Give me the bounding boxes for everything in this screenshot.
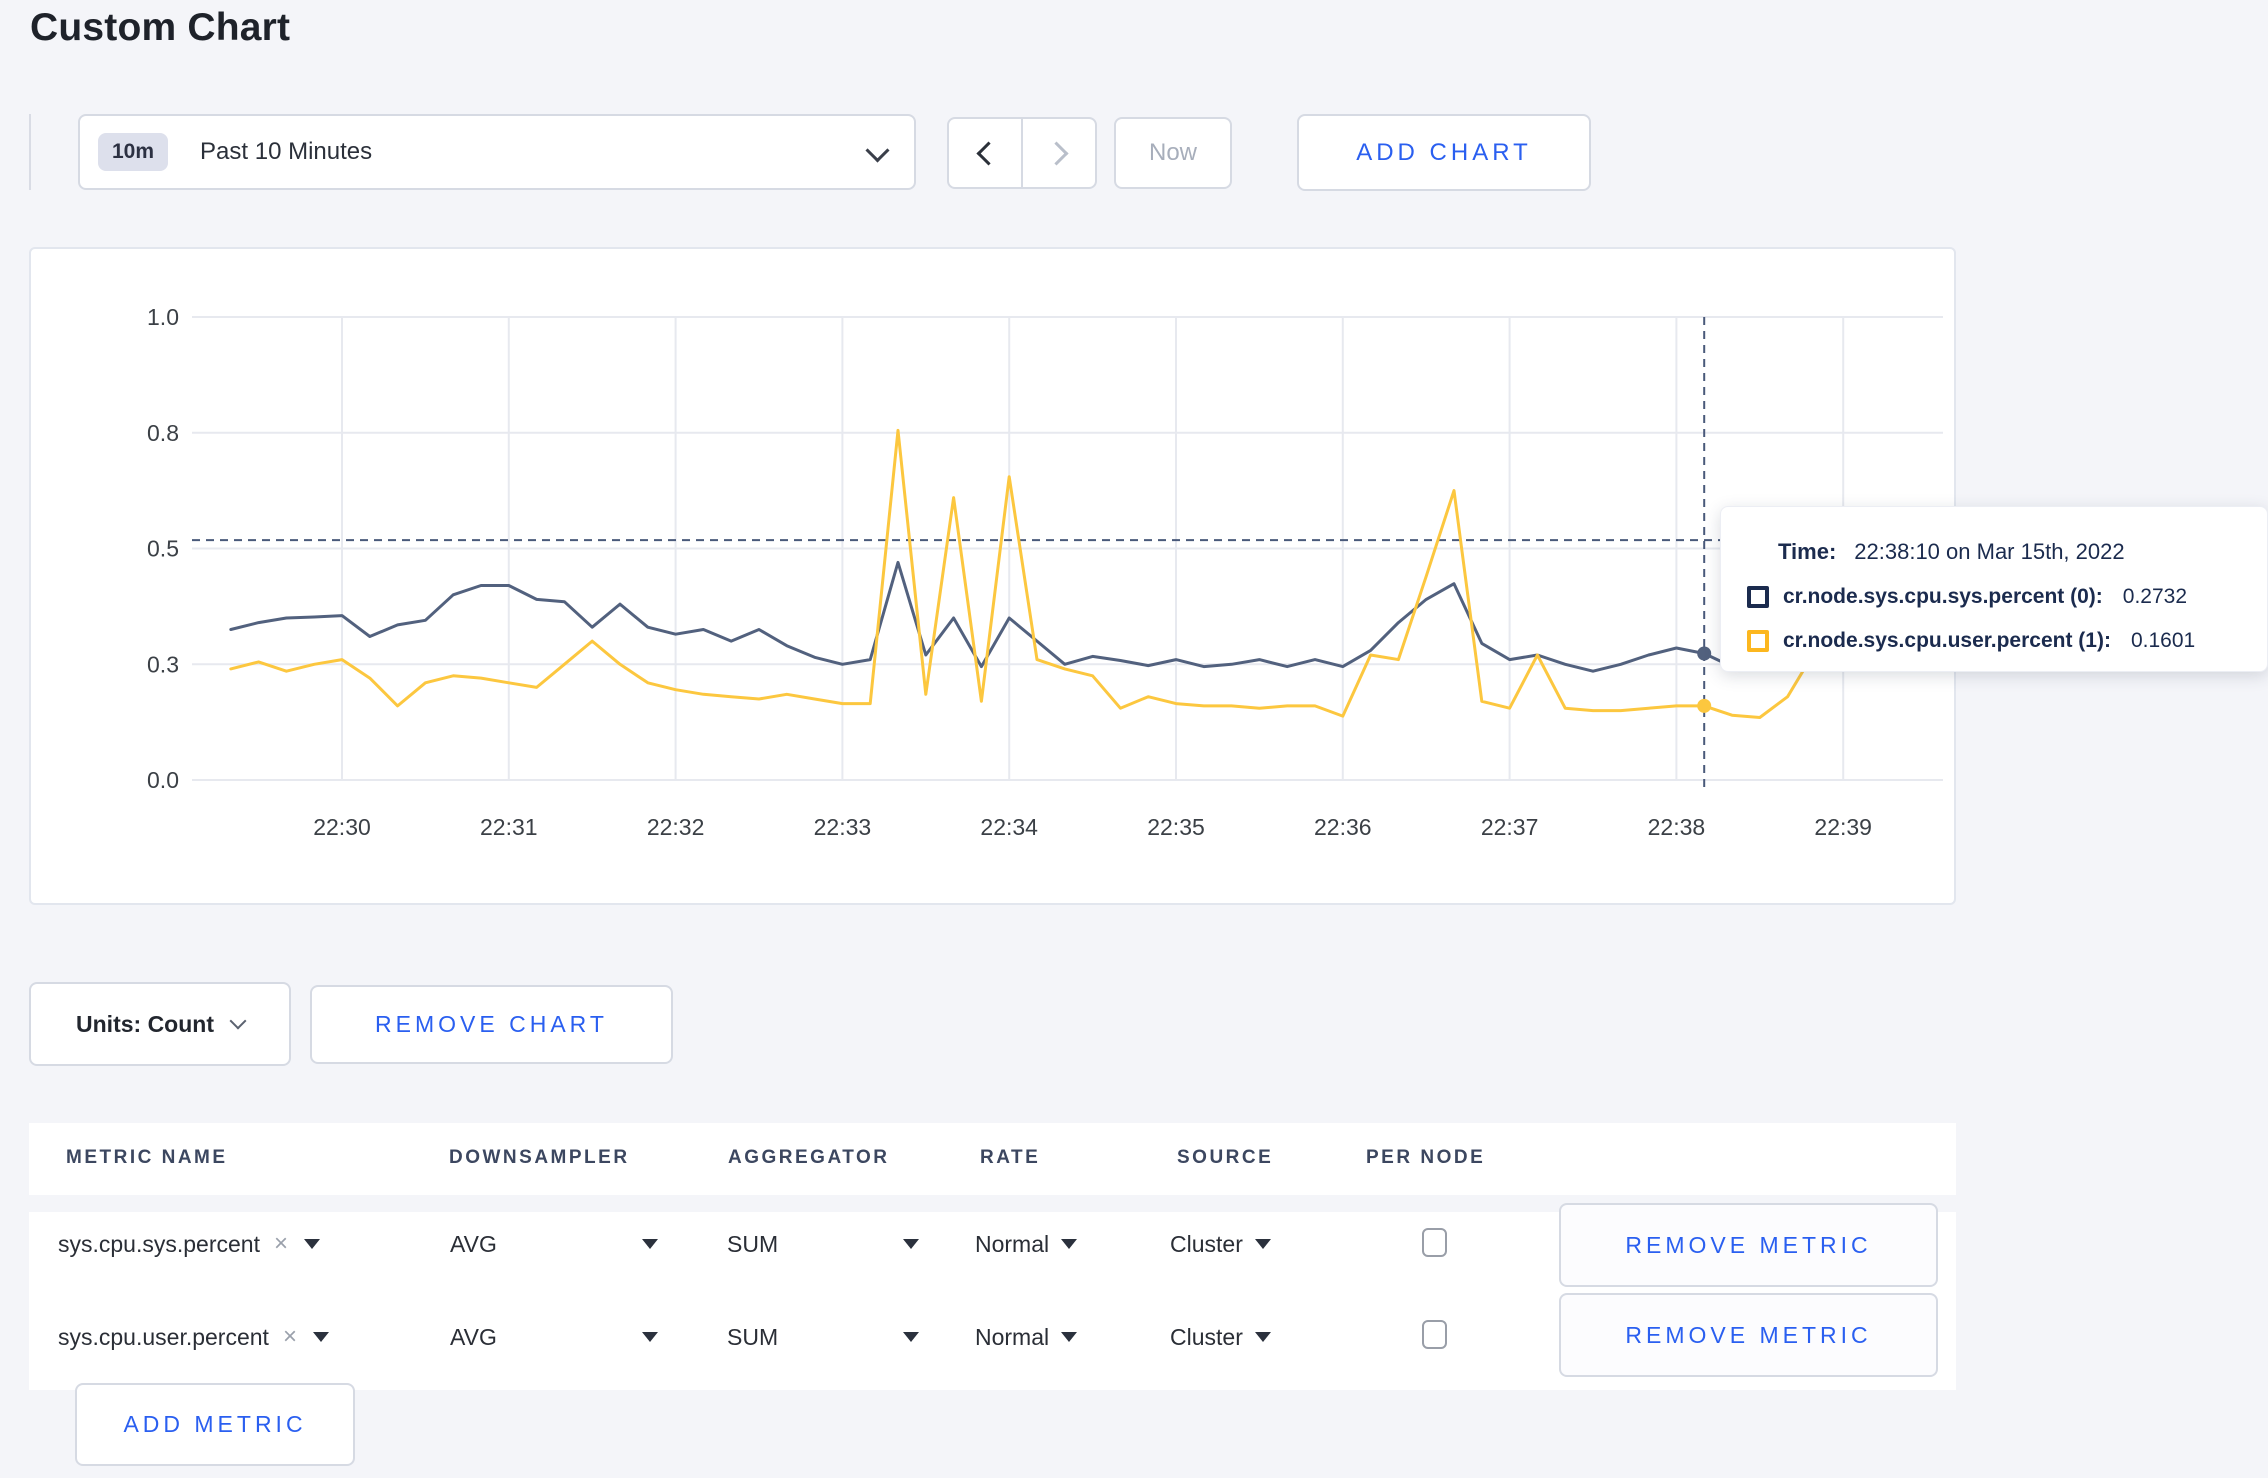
downsampler-dropdown[interactable]: AVG: [450, 1222, 658, 1266]
tooltip-time-row: Time: 22:38:10 on Mar 15th, 2022: [1778, 539, 2125, 565]
svg-text:22:34: 22:34: [980, 814, 1038, 840]
now-button[interactable]: Now: [1114, 117, 1232, 189]
caret-down-icon: [312, 1332, 329, 1342]
col-header-source: SOURCE: [1177, 1147, 1274, 1168]
metric-name-text: sys.cpu.user.percent: [58, 1323, 269, 1350]
add-metric-button[interactable]: ADD METRIC: [75, 1383, 355, 1466]
svg-text:22:39: 22:39: [1814, 814, 1872, 840]
tooltip-series-row: cr.node.sys.cpu.sys.percent (0): 0.2732: [1747, 585, 2187, 609]
svg-text:22:32: 22:32: [647, 814, 705, 840]
rate-dropdown[interactable]: Normal: [975, 1222, 1078, 1266]
tooltip-time-label: Time:: [1778, 539, 1837, 564]
downsampler-value: AVG: [450, 1230, 497, 1257]
svg-text:1.0: 1.0: [147, 304, 179, 330]
time-nav-group: [947, 117, 1097, 189]
col-header-aggregator: AGGREGATOR: [728, 1147, 890, 1168]
custom-chart-plot[interactable]: 0.0 0.3 0.5 0.8 1.0 22:30 22:31 22:32 22:33 22:34…: [31, 249, 1958, 907]
caret-down-icon: [1254, 1332, 1271, 1342]
next-time-button[interactable]: [1021, 119, 1095, 187]
units-dropdown[interactable]: Units: Count: [29, 982, 291, 1066]
col-header-per-node: PER NODE: [1366, 1147, 1486, 1168]
aggregator-dropdown[interactable]: SUM: [727, 1222, 919, 1266]
svg-text:0.8: 0.8: [147, 420, 179, 446]
tooltip-series-label: cr.node.sys.cpu.sys.percent (0):: [1783, 585, 2103, 608]
toolbar-divider: [29, 114, 31, 190]
prev-time-button[interactable]: [949, 119, 1021, 187]
rate-value: Normal: [975, 1230, 1050, 1257]
source-value: Cluster: [1170, 1230, 1243, 1257]
time-range-label: Past 10 Minutes: [200, 138, 373, 165]
caret-down-icon: [642, 1332, 658, 1342]
downsampler-dropdown[interactable]: AVG: [450, 1315, 658, 1359]
time-range-dropdown[interactable]: 10m Past 10 Minutes: [78, 114, 916, 190]
remove-metric-button[interactable]: REMOVE METRIC: [1559, 1293, 1938, 1377]
caret-down-icon: [1061, 1239, 1078, 1249]
svg-text:22:36: 22:36: [1314, 814, 1372, 840]
col-header-downsampler: DOWNSAMPLER: [449, 1147, 630, 1168]
col-header-rate: RATE: [980, 1147, 1041, 1168]
page-title: Custom Chart: [30, 6, 291, 49]
svg-text:22:33: 22:33: [814, 814, 872, 840]
chevron-down-icon: [229, 1012, 247, 1030]
chevron-left-icon: [975, 140, 1001, 166]
tooltip-series-label: cr.node.sys.cpu.user.percent (1):: [1783, 629, 2111, 652]
svg-text:22:30: 22:30: [313, 814, 371, 840]
caret-down-icon: [303, 1239, 320, 1249]
custom-chart-page: Custom Chart 10m Past 10 Minutes Now ADD…: [0, 0, 2268, 1478]
caret-down-icon: [642, 1239, 658, 1249]
svg-text:22:38: 22:38: [1648, 814, 1706, 840]
metric-name-text: sys.cpu.sys.percent: [58, 1230, 260, 1257]
caret-down-icon: [903, 1332, 919, 1342]
col-header-metric-name: METRIC NAME: [66, 1147, 228, 1168]
per-node-checkbox[interactable]: [1422, 1228, 1447, 1257]
chart-card: 0.0 0.3 0.5 0.8 1.0 22:30 22:31 22:32 22:33 22:34…: [29, 247, 2268, 907]
chevron-down-icon: [865, 138, 890, 163]
caret-down-icon: [903, 1239, 919, 1249]
aggregator-dropdown[interactable]: SUM: [727, 1315, 919, 1359]
clear-metric-icon[interactable]: ×: [274, 1230, 288, 1258]
source-value: Cluster: [1170, 1323, 1243, 1350]
chart-hover-tooltip: Time: 22:38:10 on Mar 15th, 2022 cr.node…: [1720, 506, 2268, 672]
rate-value: Normal: [975, 1323, 1050, 1350]
tooltip-series-row: cr.node.sys.cpu.user.percent (1): 0.1601: [1747, 629, 2195, 653]
svg-text:22:31: 22:31: [480, 814, 538, 840]
user-series-swatch-icon: [1747, 630, 1769, 652]
aggregator-value: SUM: [727, 1323, 779, 1350]
caret-down-icon: [1254, 1239, 1271, 1249]
sys-series-swatch-icon: [1747, 586, 1769, 608]
tooltip-series-value: 0.2732: [2122, 585, 2188, 608]
svg-text:0.5: 0.5: [147, 536, 179, 562]
remove-metric-button[interactable]: REMOVE METRIC: [1559, 1203, 1938, 1287]
caret-down-icon: [1061, 1332, 1078, 1342]
aggregator-value: SUM: [727, 1230, 779, 1257]
metrics-table-rows: sys.cpu.sys.percent × AVG SUM Normal Clu…: [29, 1203, 1956, 1390]
source-dropdown[interactable]: Cluster: [1170, 1222, 1271, 1266]
time-range-badge: 10m: [98, 133, 169, 171]
per-node-checkbox[interactable]: [1422, 1320, 1447, 1349]
add-chart-button[interactable]: ADD CHART: [1297, 114, 1591, 191]
downsampler-value: AVG: [450, 1323, 497, 1350]
metric-name-dropdown[interactable]: sys.cpu.user.percent ×: [58, 1315, 329, 1359]
clear-metric-icon[interactable]: ×: [283, 1323, 297, 1351]
chevron-right-icon: [1043, 140, 1069, 166]
svg-text:0.0: 0.0: [147, 767, 179, 793]
metrics-table-header: METRIC NAME DOWNSAMPLER AGGREGATOR RATE …: [29, 1123, 1956, 1195]
metric-name-dropdown[interactable]: sys.cpu.sys.percent ×: [58, 1222, 320, 1266]
tooltip-series-value: 0.1601: [2130, 629, 2196, 652]
units-label: Units: Count: [76, 1010, 214, 1037]
svg-text:22:35: 22:35: [1147, 814, 1205, 840]
tooltip-time-value: 22:38:10 on Mar 15th, 2022: [1854, 539, 2125, 564]
source-dropdown[interactable]: Cluster: [1170, 1315, 1271, 1359]
rate-dropdown[interactable]: Normal: [975, 1315, 1078, 1359]
svg-text:22:37: 22:37: [1481, 814, 1539, 840]
svg-text:0.3: 0.3: [147, 651, 179, 677]
remove-chart-button[interactable]: REMOVE CHART: [310, 985, 673, 1064]
